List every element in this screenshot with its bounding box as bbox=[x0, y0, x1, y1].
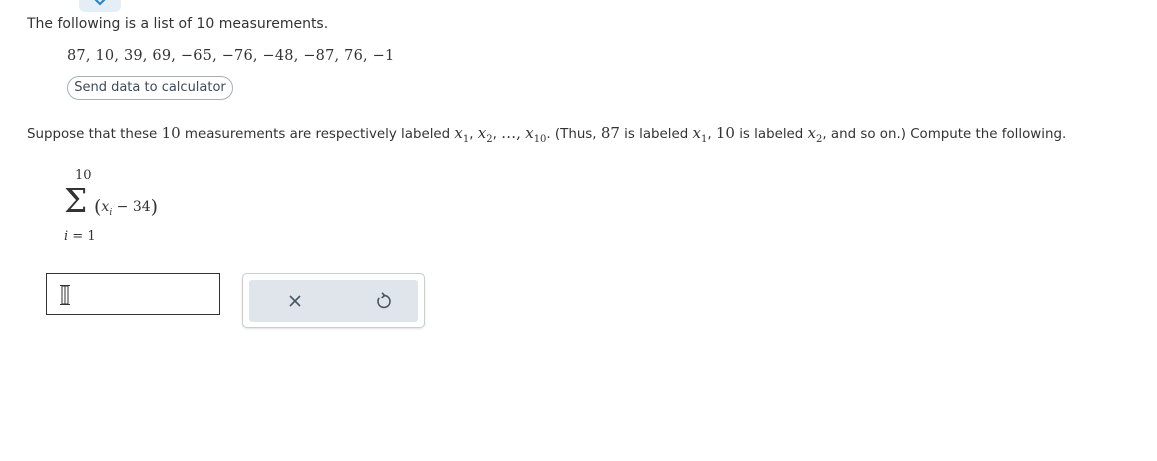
x2-symbol: x2 bbox=[477, 124, 493, 145]
toolbar-panel bbox=[249, 280, 418, 322]
clear-button[interactable] bbox=[285, 291, 305, 311]
chevron-down-icon bbox=[94, 0, 106, 6]
sum-lower-limit: i = 1 bbox=[64, 229, 96, 244]
intro-text: The following is a list of 10 measuremen… bbox=[27, 16, 329, 32]
close-icon bbox=[289, 295, 301, 307]
collapse-tab[interactable] bbox=[79, 0, 121, 12]
close-paren: ) bbox=[150, 196, 159, 218]
x1-symbol: x1 bbox=[454, 124, 470, 145]
comma: , bbox=[469, 127, 474, 142]
text-segment: , bbox=[707, 127, 716, 142]
count-value: 10 bbox=[161, 124, 181, 142]
value-10: 10 bbox=[715, 124, 735, 142]
sum-expression: (xi − 34) bbox=[94, 196, 158, 218]
measurement-list: 87, 10, 39, 69, −65, −76, −48, −87, 76, … bbox=[67, 48, 395, 64]
text-segment: is labeled bbox=[619, 127, 693, 142]
text-segment: , and so on.) Compute the following. bbox=[822, 127, 1067, 142]
text-cursor-icon bbox=[60, 285, 70, 305]
question-text: Suppose that these 10 measurements are r… bbox=[27, 123, 1066, 150]
x10-symbol: x10 bbox=[525, 124, 547, 145]
answer-toolbar bbox=[242, 273, 425, 328]
text-segment: . (Thus, bbox=[546, 127, 601, 142]
comma: , bbox=[492, 127, 497, 142]
answer-input[interactable] bbox=[46, 273, 220, 315]
undo-icon bbox=[377, 292, 391, 309]
undo-button[interactable] bbox=[373, 291, 393, 311]
text-segment: measurements are respectively labeled bbox=[180, 127, 455, 142]
sum-constant: − 34 bbox=[112, 199, 151, 215]
x2-symbol: x2 bbox=[807, 124, 823, 145]
text-segment: Suppose that these bbox=[27, 127, 162, 142]
sigma-symbol: Σ bbox=[64, 181, 88, 220]
x1-symbol: x1 bbox=[692, 124, 708, 145]
ellipsis: …, bbox=[501, 124, 521, 142]
value-87: 87 bbox=[600, 124, 620, 142]
send-data-button[interactable]: Send data to calculator bbox=[67, 76, 233, 100]
text-segment: is labeled bbox=[734, 127, 808, 142]
